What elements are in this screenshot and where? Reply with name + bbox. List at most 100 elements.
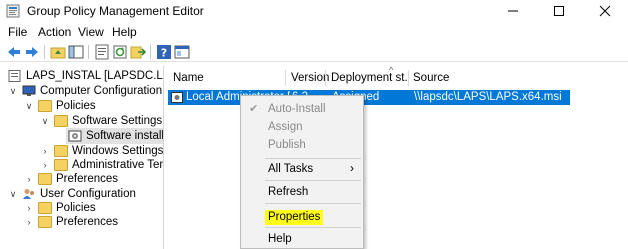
- tree-item-user-policies[interactable]: › Policies: [4, 201, 163, 215]
- column-divider[interactable]: [408, 70, 409, 86]
- menu-item-all-tasks[interactable]: All Tasks ›: [241, 160, 363, 178]
- toolbar-separator: [150, 45, 151, 59]
- menu-item-refresh[interactable]: Refresh: [241, 183, 363, 201]
- menu-help[interactable]: Help: [112, 25, 137, 39]
- tree-label: Preferences: [56, 173, 119, 185]
- menu-bar: File Action View Help: [0, 23, 628, 42]
- menu-item-label: Publish: [268, 139, 306, 151]
- console-tree: LAPS_INSTAL [LAPSDC.LAPS.CO ∨ Computer C…: [0, 66, 164, 249]
- tree-item-computer-preferences[interactable]: › Preferences: [4, 172, 163, 186]
- folder-icon: [54, 145, 68, 157]
- tree-label: User Configuration: [40, 188, 136, 200]
- tree-label: Preferences: [56, 216, 119, 228]
- collapse-arrow-icon[interactable]: ∨: [8, 187, 18, 201]
- tree-item-software-settings[interactable]: ∨ Software Settings: [4, 114, 163, 128]
- checkmark-icon: ✔: [249, 103, 259, 115]
- expand-arrow-icon[interactable]: ›: [24, 201, 34, 215]
- column-divider[interactable]: [325, 70, 326, 86]
- menu-item-label: Assign: [268, 121, 303, 133]
- menu-item-label: All Tasks: [268, 163, 314, 175]
- export-icon[interactable]: [130, 44, 146, 60]
- tree-label: Policies: [56, 202, 96, 214]
- tree-item-computer-configuration[interactable]: ∨ Computer Configuration: [4, 84, 163, 98]
- properties-icon[interactable]: [94, 44, 110, 60]
- folder-icon: [38, 173, 52, 185]
- menu-separator: [265, 203, 361, 204]
- computer-icon: [22, 85, 36, 96]
- gpo-editor-icon: [6, 4, 20, 18]
- list-header: ^ Name Version Deployment st... Source: [167, 65, 628, 87]
- back-icon[interactable]: [6, 44, 22, 60]
- menu-item-publish[interactable]: Publish: [241, 136, 363, 154]
- menu-separator: [265, 158, 361, 159]
- list-row[interactable]: Local Administrator P... 6.2 Assigned \\…: [168, 90, 570, 105]
- forward-icon[interactable]: [24, 44, 40, 60]
- software-installation-icon: [68, 130, 82, 142]
- column-header-name[interactable]: Name: [173, 72, 283, 84]
- cell-source: \\lapsdc\LAPS\LAPS.x64.msi: [414, 91, 562, 103]
- toolbar-separator: [44, 45, 45, 59]
- tree-item-software-installation[interactable]: Software installat: [66, 128, 164, 144]
- menu-view[interactable]: View: [78, 25, 104, 39]
- help-icon[interactable]: ?: [156, 44, 172, 60]
- column-header-source[interactable]: Source: [413, 72, 513, 84]
- column-divider[interactable]: [285, 70, 286, 86]
- menu-item-label: Refresh: [268, 186, 309, 198]
- show-tree-icon[interactable]: [68, 44, 84, 60]
- minimize-icon: [508, 10, 518, 12]
- collapse-arrow-icon[interactable]: ∨: [8, 84, 18, 98]
- folder-icon: [38, 202, 52, 214]
- folder-icon: [38, 100, 52, 112]
- collapse-arrow-icon[interactable]: ∨: [40, 114, 50, 128]
- tree-label: LAPS_INSTAL [LAPSDC.LAPS.CO: [26, 70, 163, 82]
- tree-item-windows-settings[interactable]: › Windows Settings: [4, 144, 164, 158]
- menu-file[interactable]: File: [8, 25, 27, 39]
- menu-separator: [265, 227, 361, 228]
- expand-arrow-icon[interactable]: ›: [40, 158, 50, 172]
- menu-item-help[interactable]: Help: [241, 230, 363, 248]
- tree-item-gpo-root[interactable]: LAPS_INSTAL [LAPSDC.LAPS.CO: [4, 69, 163, 83]
- menu-item-label: Properties: [265, 210, 324, 225]
- close-button[interactable]: [582, 0, 628, 22]
- refresh-icon[interactable]: [112, 44, 128, 60]
- collapse-arrow-icon[interactable]: ∨: [24, 99, 34, 113]
- expand-arrow-icon[interactable]: ›: [24, 172, 34, 186]
- tree-item-administrative-templates[interactable]: › Administrative Temp: [4, 158, 163, 172]
- tree-item-computer-policies[interactable]: ∨ Policies: [4, 99, 163, 113]
- tree-label: Software Settings: [72, 115, 163, 127]
- expand-arrow-icon[interactable]: ›: [24, 215, 34, 229]
- window-title: Group Policy Management Editor: [27, 4, 204, 18]
- user-icon: [23, 189, 34, 199]
- folder-icon: [54, 159, 68, 171]
- tree-label: Software installat: [86, 130, 164, 142]
- up-folder-icon[interactable]: [50, 44, 66, 60]
- folder-icon: [38, 216, 52, 228]
- menu-item-label: Help: [268, 233, 292, 245]
- menu-item-properties[interactable]: Properties: [241, 207, 363, 225]
- package-icon: [171, 92, 183, 103]
- menu-item-assign[interactable]: Assign: [241, 118, 363, 136]
- tree-label: Windows Settings: [72, 145, 164, 157]
- close-icon: [599, 5, 611, 17]
- menu-item-auto-install[interactable]: ✔ Auto-Install: [241, 100, 363, 118]
- tree-label: Computer Configuration: [40, 85, 163, 97]
- gpo-doc-icon: [8, 70, 21, 82]
- column-header-deployment-state[interactable]: Deployment st...: [331, 72, 407, 84]
- maximize-icon: [554, 6, 564, 16]
- toolbar: ?: [0, 42, 628, 62]
- menu-action[interactable]: Action: [38, 25, 71, 39]
- expand-arrow-icon[interactable]: ›: [40, 144, 50, 158]
- svg-text:?: ?: [161, 47, 167, 60]
- tree-item-user-configuration[interactable]: ∨ User Configuration: [4, 187, 163, 201]
- menu-separator: [265, 180, 361, 181]
- maximize-button[interactable]: [536, 0, 582, 22]
- toolbar-separator: [88, 45, 89, 59]
- menu-item-label: Auto-Install: [268, 103, 326, 115]
- context-menu: ✔ Auto-Install Assign Publish All Tasks …: [240, 95, 364, 249]
- tree-label: Administrative Temp: [72, 159, 163, 171]
- tree-item-user-preferences[interactable]: › Preferences: [4, 215, 163, 229]
- submenu-arrow-icon: ›: [350, 161, 354, 175]
- console-icon[interactable]: [174, 44, 190, 60]
- title-bar: Group Policy Management Editor: [0, 0, 628, 22]
- minimize-button[interactable]: [490, 0, 536, 22]
